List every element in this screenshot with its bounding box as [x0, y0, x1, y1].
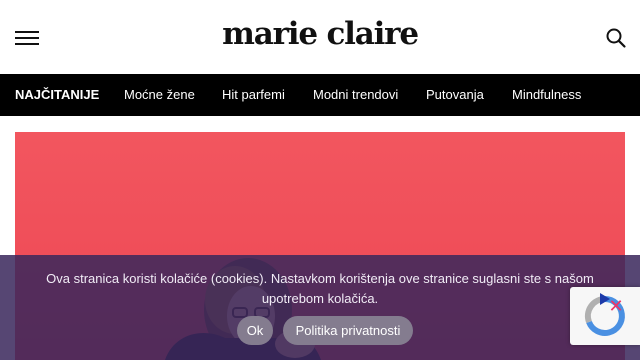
cookie-consent-text: Ova stranica koristi kolačiće (cookies).… [46, 271, 594, 306]
nav-item-modni-trendovi[interactable]: Modni trendovi [313, 74, 398, 116]
close-icon[interactable]: ✕ [606, 296, 626, 316]
nav-item-mocne-zene[interactable]: Moćne žene [124, 74, 195, 116]
site-header: marie claire [0, 0, 640, 74]
nav-item-hit-parfemi[interactable]: Hit parfemi [222, 74, 285, 116]
site-logo[interactable]: marie claire [0, 14, 640, 54]
search-icon[interactable] [605, 27, 627, 49]
nav-item-putovanja[interactable]: Putovanja [426, 74, 484, 116]
main-navigation: NAJČITANIJE Moćne žene Hit parfemi Modni… [0, 74, 640, 116]
nav-item-najcitanije[interactable]: NAJČITANIJE [15, 74, 99, 116]
privacy-policy-button[interactable]: Politika privatnosti [283, 316, 413, 345]
recaptcha-icon [584, 293, 625, 336]
cookie-consent-banner: Ova stranica koristi kolačiće (cookies).… [0, 255, 640, 360]
recaptcha-badge[interactable] [570, 287, 640, 345]
cookie-ok-button[interactable]: Ok [237, 316, 273, 345]
nav-item-mindfulness[interactable]: Mindfulness [512, 74, 581, 116]
